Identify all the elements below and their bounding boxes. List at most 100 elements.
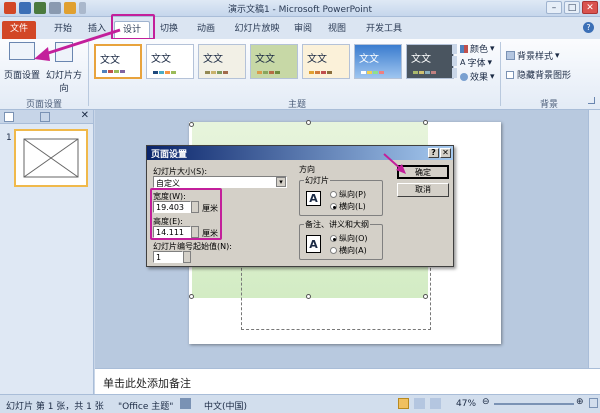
radio-button-selected — [330, 235, 337, 242]
hide-background-checkbox[interactable]: 隐藏背景图形 — [506, 68, 571, 81]
theme-6[interactable]: 文文 — [354, 44, 402, 79]
background-styles-button[interactable]: 背景样式 ▾ — [506, 49, 560, 62]
theme-scroll-up-icon[interactable] — [452, 44, 457, 54]
effects-button[interactable]: 效果 ▾ — [460, 70, 495, 83]
colors-label: 颜色 — [470, 45, 489, 55]
close-icon[interactable]: ✕ — [582, 1, 598, 14]
theme-name: "Office 主题" — [118, 402, 174, 412]
group-label-themes: 主题 — [288, 100, 307, 110]
colors-button[interactable]: 颜色 ▾ — [460, 42, 495, 55]
group-label-background: 背景 — [540, 100, 559, 110]
selection-handle[interactable] — [189, 294, 194, 299]
zoom-in-icon[interactable]: ⊕ — [576, 397, 584, 407]
maximize-icon[interactable]: □ — [564, 1, 580, 14]
numbering-spinner[interactable] — [183, 251, 191, 263]
status-bar: 幻灯片 第 1 张，共 1 张 "Office 主题" 中文(中国) 47% ⊖… — [0, 394, 600, 413]
theme-5[interactable]: 文文 — [302, 44, 350, 79]
theme-2[interactable]: 文文 — [146, 44, 194, 79]
fonts-button[interactable]: A 字体 ▾ — [460, 56, 492, 70]
tab-view[interactable]: 视图 — [322, 21, 352, 39]
view-normal-icon[interactable] — [398, 398, 409, 409]
selection-handle[interactable] — [306, 120, 311, 125]
tab-developer[interactable]: 开发工具 — [362, 21, 406, 39]
dialog-launcher-icon[interactable] — [588, 97, 595, 104]
colors-icon — [460, 44, 468, 53]
background-styles-label: 背景样式 — [517, 52, 554, 62]
group-label-page-setup: 页面设置 — [26, 100, 63, 110]
selection-handle[interactable] — [423, 294, 428, 299]
slide-thumbnail[interactable] — [14, 129, 88, 187]
radio-button — [330, 191, 337, 198]
theme-scroll-down-icon[interactable] — [452, 56, 457, 66]
effects-label: 效果 — [470, 73, 489, 83]
theme-7[interactable]: 文文 — [406, 44, 454, 79]
radio-label: 横向(L) — [339, 202, 366, 211]
theme-preview-text: 文文 — [255, 54, 275, 65]
theme-preview-text: 文文 — [411, 54, 431, 65]
theme-more-icon[interactable] — [452, 68, 457, 78]
spellcheck-icon[interactable] — [180, 398, 191, 409]
panel-tabs: ✕ — [0, 110, 93, 124]
fonts-label: 字体 — [467, 59, 486, 69]
effects-icon — [460, 72, 468, 81]
radio-button-selected — [330, 203, 337, 210]
view-sorter-icon[interactable] — [414, 398, 425, 409]
fit-window-icon[interactable] — [589, 398, 598, 408]
selection-handle[interactable] — [306, 294, 311, 299]
orientation-group-label: 方向 — [299, 165, 315, 174]
portrait-page-icon: A — [306, 191, 321, 206]
selection-handle[interactable] — [423, 120, 428, 125]
help-icon[interactable]: ? — [583, 22, 594, 33]
notes-pane[interactable]: 单击此处添加备注 — [95, 368, 600, 394]
language[interactable]: 中文(中国) — [204, 399, 247, 412]
outline-tab-icon[interactable] — [40, 112, 50, 122]
help-icon[interactable]: ? — [428, 148, 439, 158]
minimize-icon[interactable]: – — [546, 1, 562, 14]
tab-review[interactable]: 审阅 — [288, 21, 318, 39]
zoom-slider[interactable] — [494, 403, 574, 405]
close-icon[interactable]: ✕ — [440, 148, 451, 158]
slide-info: 幻灯片 第 1 张，共 1 张 — [6, 402, 104, 412]
slide-panel: ✕ 1 — [0, 110, 94, 394]
slides-group-label: 幻灯片 — [304, 175, 330, 186]
dropdown-icon: ▾ — [490, 71, 495, 82]
hide-background-label: 隐藏背景图形 — [517, 71, 572, 81]
size-select[interactable]: 自定义 ▾ — [153, 176, 287, 188]
radio-label: 横向(A) — [339, 246, 367, 255]
dropdown-icon: ▾ — [555, 50, 560, 61]
dialog-title: 页面设置 — [151, 150, 188, 160]
selection-handle[interactable] — [189, 122, 194, 127]
panel-close-icon[interactable]: ✕ — [81, 110, 89, 121]
theme-3[interactable]: 文文 — [198, 44, 246, 79]
zoom-level[interactable]: 47% — [456, 399, 476, 409]
chevron-down-icon[interactable]: ▾ — [276, 177, 286, 187]
view-reading-icon[interactable] — [430, 398, 441, 409]
zoom-out-icon[interactable]: ⊖ — [482, 397, 490, 407]
tab-animations[interactable]: 动画 — [190, 21, 222, 39]
numbering-input[interactable]: 1 — [153, 251, 183, 263]
slide-orientation-label: 幻灯片方向 — [45, 71, 82, 94]
tab-slideshow[interactable]: 幻灯片放映 — [228, 21, 286, 39]
page-setup-label: 页面设置 — [4, 71, 41, 81]
thumbnail-placeholder-icon — [23, 138, 79, 178]
theme-preview-text: 文文 — [359, 54, 379, 65]
vertical-scrollbar[interactable] — [588, 110, 600, 368]
notes-group-label: 备注、讲义和大纲 — [304, 219, 370, 230]
theme-preview-text: 文文 — [203, 54, 223, 65]
theme-preview-text: 文文 — [151, 54, 171, 65]
slides-orientation-group: 幻灯片 A 纵向(P) 横向(L) — [299, 175, 383, 216]
notes-landscape-radio[interactable]: 横向(A) — [330, 245, 367, 256]
slides-landscape-radio[interactable]: 横向(L) — [330, 201, 366, 212]
theme-preview-text: 文文 — [307, 54, 327, 65]
theme-4[interactable]: 文文 — [250, 44, 298, 79]
tab-transitions[interactable]: 切换 — [152, 21, 186, 39]
notes-portrait-radio[interactable]: 纵向(O) — [330, 233, 368, 244]
radio-button — [330, 247, 337, 254]
cancel-button[interactable]: 取消 — [397, 183, 449, 197]
fonts-icon: A — [460, 58, 466, 67]
slide-number: 1 — [6, 133, 12, 143]
radio-label: 纵向(O) — [339, 234, 368, 243]
portrait-page-icon: A — [306, 235, 321, 253]
slides-portrait-radio[interactable]: 纵向(P) — [330, 189, 366, 200]
slides-tab-icon[interactable] — [4, 112, 14, 122]
